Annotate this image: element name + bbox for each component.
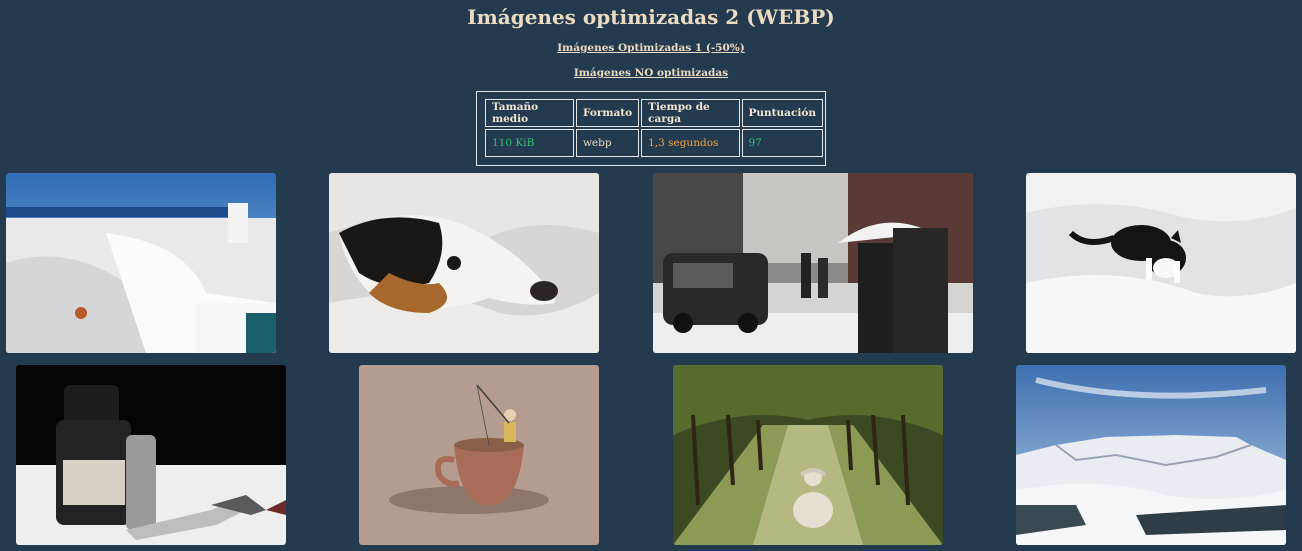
- stats-header-row: Tamaño medio Formato Tiempo de carga Pun…: [485, 99, 823, 127]
- photo-greek-house-image: [6, 173, 276, 353]
- link-non-optimized-images[interactable]: Imágenes NO optimizadas: [574, 67, 728, 79]
- nav-link-optimized-1: Imágenes Optimizadas 1 (-50%): [0, 41, 1302, 55]
- photo-cat-snow: [1026, 173, 1296, 353]
- photo-cat-snow-image: [1026, 173, 1296, 353]
- photo-snowy-mountain: [1016, 365, 1286, 545]
- photo-ink-bottle-image: [16, 365, 286, 545]
- photo-snowy-mountain-image: [1016, 365, 1286, 545]
- page-title: Imágenes optimizadas 2 (WEBP): [467, 5, 835, 29]
- photo-ink-bottle: [16, 365, 286, 545]
- photo-snowy-street-image: [653, 173, 973, 353]
- stats-table-frame: Tamaño medio Formato Tiempo de carga Pun…: [476, 91, 826, 166]
- header-load-time: Tiempo de carga: [641, 99, 740, 127]
- header-score: Puntuación: [741, 99, 823, 127]
- cell-score: 97: [741, 129, 823, 157]
- stats-table: Tamaño medio Formato Tiempo de carga Pun…: [483, 97, 825, 159]
- photo-coffee-cup-fishing-image: [359, 365, 599, 545]
- photo-dog-blanket-image: [329, 173, 599, 353]
- cell-load-time: 1,3 segundos: [641, 129, 740, 157]
- nav-link-not-optimized: Imágenes NO optimizadas: [0, 66, 1302, 80]
- photo-coffee-cup-fishing: [359, 365, 599, 545]
- cell-format: webp: [575, 129, 640, 157]
- photo-dog-blanket: [329, 173, 599, 353]
- stats-data-row: 110 KiB webp 1,3 segundos 97: [485, 129, 823, 157]
- link-optimized-images-1[interactable]: Imágenes Optimizadas 1 (-50%): [557, 42, 744, 54]
- photo-snowy-street: [653, 173, 973, 353]
- photo-greek-house: [6, 173, 276, 353]
- photo-woman-orchard: [673, 365, 943, 545]
- header-average-size: Tamaño medio: [485, 99, 574, 127]
- photo-woman-orchard-image: [673, 365, 943, 545]
- cell-average-size: 110 KiB: [485, 129, 574, 157]
- header-format: Formato: [575, 99, 640, 127]
